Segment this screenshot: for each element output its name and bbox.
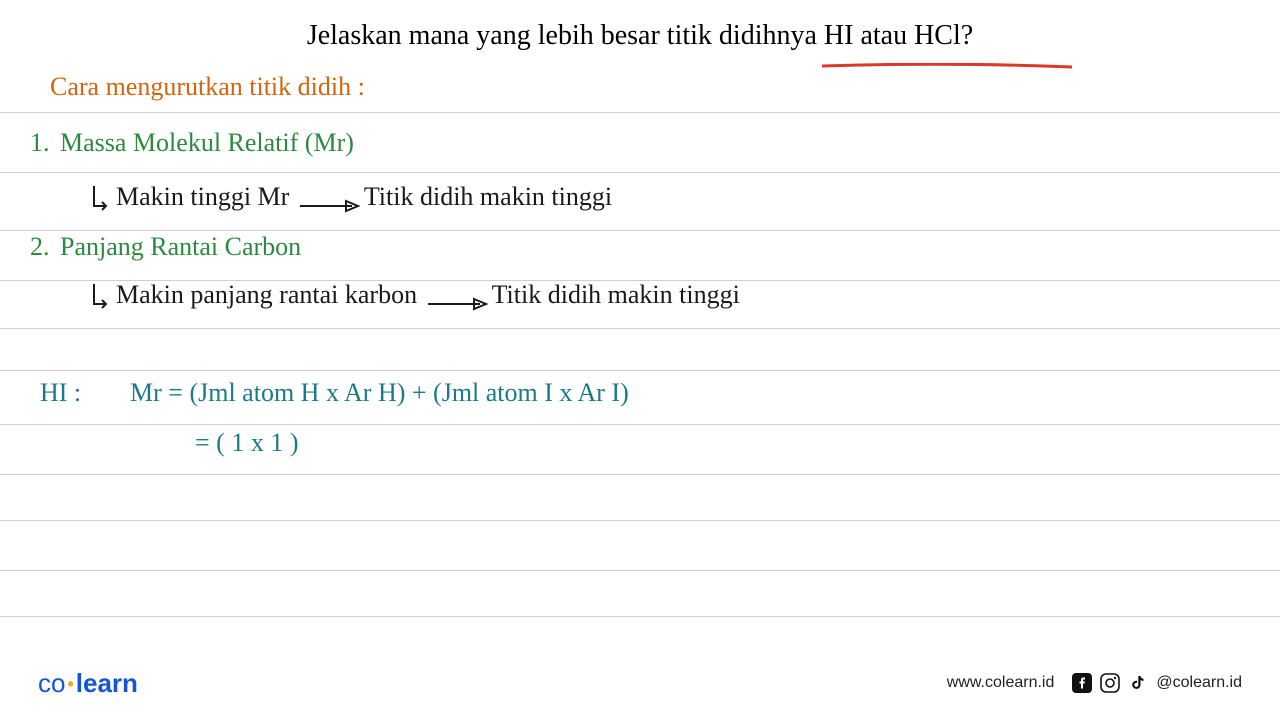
logo: co•learn xyxy=(38,668,138,699)
gridline xyxy=(0,112,1280,113)
calc-line1: Mr = (Jml atom H x Ar H) + (Jml atom I x… xyxy=(130,378,629,408)
red-underline xyxy=(822,56,1072,62)
rule2-title: Panjang Rantai Carbon xyxy=(60,232,301,262)
subarrow-icon xyxy=(90,284,112,310)
rule1-sub-post: Titik didih makin tinggi xyxy=(364,182,612,211)
gridline xyxy=(0,424,1280,425)
social-group: @colearn.id xyxy=(1072,673,1242,693)
arrow-icon xyxy=(428,289,488,305)
calc-lhs: Mr = xyxy=(130,378,183,407)
gridline xyxy=(0,172,1280,173)
intro-line: Cara mengurutkan titik didih : xyxy=(50,72,365,102)
instagram-icon xyxy=(1100,673,1120,693)
rule2-sub-post: Titik didih makin tinggi xyxy=(492,280,740,309)
tiktok-icon xyxy=(1128,673,1148,693)
logo-dot: • xyxy=(67,674,73,694)
rule1-sub-pre: Makin tinggi Mr xyxy=(116,182,289,211)
calc-label: HI : xyxy=(40,378,81,408)
rule2-sub: Makin panjang rantai karbon Titik didih … xyxy=(90,280,740,310)
gridline xyxy=(0,370,1280,371)
question-text: Jelaskan mana yang lebih besar titik did… xyxy=(0,20,1280,52)
footer-url: www.colearn.id xyxy=(947,674,1055,692)
rule2-sub-pre: Makin panjang rantai karbon xyxy=(116,280,417,309)
calc-rhs: (Jml atom H x Ar H) + (Jml atom I x Ar I… xyxy=(189,378,628,407)
footer-right: www.colearn.id @colearn.id xyxy=(947,673,1242,693)
gridline xyxy=(0,570,1280,571)
arrow-icon xyxy=(300,191,360,207)
calc-line2: = ( 1 x 1 ) xyxy=(195,428,298,458)
facebook-icon xyxy=(1072,673,1092,693)
rule2-number: 2. xyxy=(30,232,50,262)
gridline xyxy=(0,520,1280,521)
logo-learn: learn xyxy=(76,668,138,698)
logo-co: co xyxy=(38,668,65,698)
subarrow-icon xyxy=(90,186,112,212)
rule1-number: 1. xyxy=(30,128,50,158)
gridline xyxy=(0,616,1280,617)
footer: co•learn www.colearn.id @colearn.id xyxy=(0,668,1280,698)
gridline xyxy=(0,328,1280,329)
gridline xyxy=(0,474,1280,475)
rule1-sub: Makin tinggi Mr Titik didih makin tinggi xyxy=(90,182,612,212)
gridline xyxy=(0,230,1280,231)
rule1-title: Massa Molekul Relatif (Mr) xyxy=(60,128,354,158)
social-handle: @colearn.id xyxy=(1156,674,1242,692)
notebook-page: Jelaskan mana yang lebih besar titik did… xyxy=(0,0,1280,720)
